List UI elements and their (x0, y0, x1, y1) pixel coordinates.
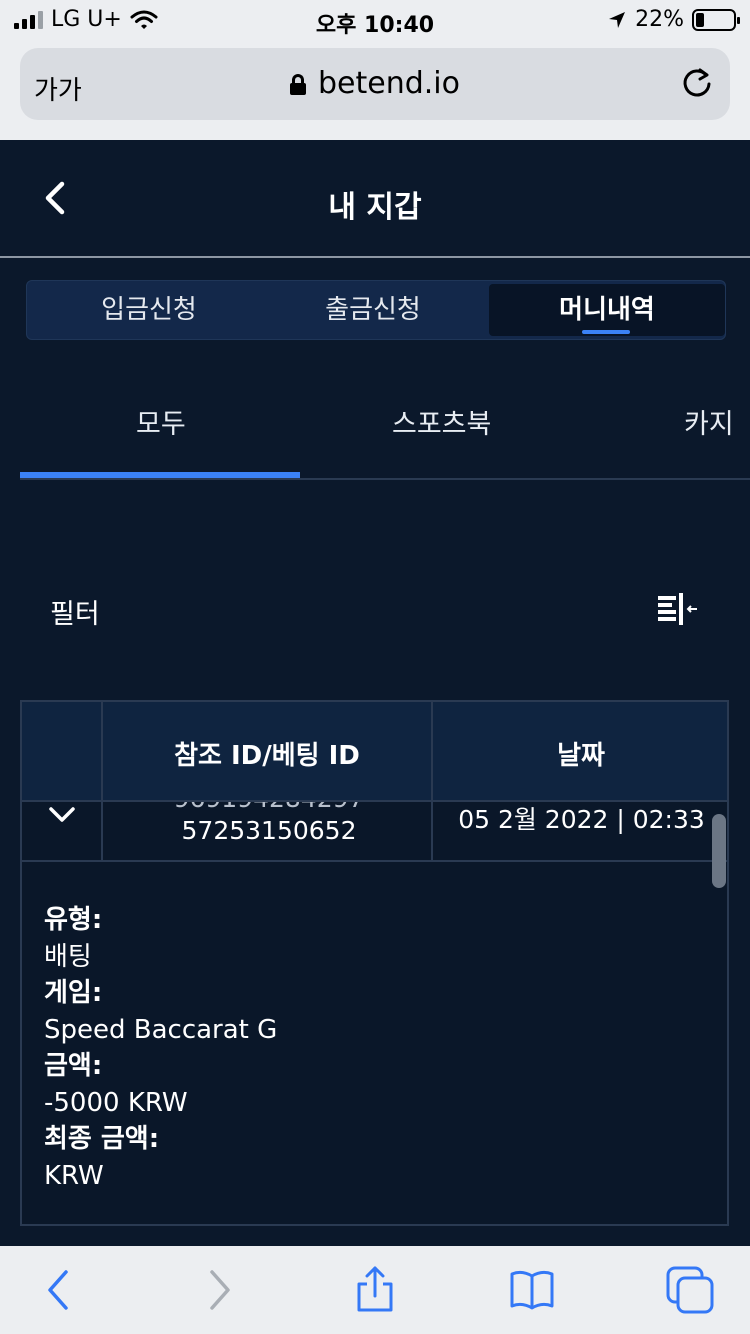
detail-game-value: Speed Baccarat G (44, 1014, 278, 1045)
reload-icon[interactable] (680, 66, 714, 100)
detail-final-amount-value: KRW (44, 1160, 104, 1191)
battery-percent: 22% (635, 7, 684, 32)
bet-id: 57253150652 (181, 816, 357, 845)
transaction-details: 유형: 배팅 게임: Speed Baccarat G 금액: -5000 KR… (44, 902, 277, 1194)
category-tab-casino[interactable]: 카지 (684, 402, 734, 441)
transaction-table: 참조 ID/베팅 ID 날짜 969194284297 57253150652 … (20, 700, 729, 1226)
battery-icon (692, 8, 740, 31)
detail-type-label: 유형: (44, 905, 103, 935)
detail-game-label: 게임: (44, 978, 103, 1008)
detail-amount-value: -5000 KRW (44, 1087, 188, 1118)
tab-money-history-label: 머니내역 (559, 295, 655, 325)
detail-type-value: 배팅 (44, 941, 92, 972)
battery-fill (696, 12, 704, 27)
detail-amount-label: 금액: (44, 1051, 103, 1081)
filter-label[interactable]: 필터 (50, 592, 100, 631)
location-arrow-icon (609, 11, 626, 28)
active-category-indicator (20, 472, 300, 478)
column-header-reference-id: 참조 ID/베팅 ID (174, 741, 360, 771)
detail-final-amount-label: 최종 금액: (44, 1124, 160, 1154)
table-header: 참조 ID/베팅 ID 날짜 (22, 702, 727, 802)
tabs-icon[interactable] (666, 1266, 714, 1314)
tab-deposit-request[interactable]: 입금신청 (31, 284, 267, 336)
share-icon[interactable] (351, 1266, 399, 1314)
address-bar[interactable]: 가가 betend.io (20, 48, 730, 120)
browser-back-icon[interactable] (36, 1266, 84, 1314)
category-tab-sportsbook[interactable]: 스포츠북 (392, 402, 491, 441)
url-display[interactable]: betend.io (20, 66, 730, 101)
status-right: 22% (607, 7, 740, 32)
page-title: 내 지갑 (328, 190, 422, 225)
wallet-segment-tabs: 입금신청 출금신청 머니내역 (26, 280, 726, 340)
browser-forward-icon[interactable] (196, 1266, 244, 1314)
filter-collapse-icon[interactable] (655, 590, 699, 630)
tab-withdraw-request[interactable]: 출금신청 (255, 284, 491, 336)
column-divider (101, 802, 103, 860)
status-bar: LG U+ 오후 10:40 22% (0, 0, 750, 40)
lock-icon (289, 74, 306, 95)
category-tabs: 모두 스포츠북 카지 (20, 380, 750, 480)
reference-id: 969194284297 (104, 802, 434, 813)
table-row[interactable]: 969194284297 57253150652 05 2월 2022 | 02… (22, 802, 727, 862)
column-header-date: 날짜 (557, 741, 605, 771)
transaction-date: 05 2월 2022 | 02:33 (458, 805, 705, 834)
chevron-down-icon[interactable] (48, 804, 76, 826)
page-header: 내 지갑 (0, 140, 750, 258)
url-text: betend.io (317, 66, 460, 101)
scrollbar[interactable] (712, 814, 726, 888)
tab-money-history[interactable]: 머니내역 (489, 284, 725, 336)
category-tab-all[interactable]: 모두 (136, 402, 186, 441)
bookmarks-icon[interactable] (508, 1266, 556, 1314)
browser-chrome: 가가 betend.io (0, 40, 750, 140)
active-tab-underline (582, 330, 630, 334)
browser-toolbar (0, 1246, 750, 1334)
